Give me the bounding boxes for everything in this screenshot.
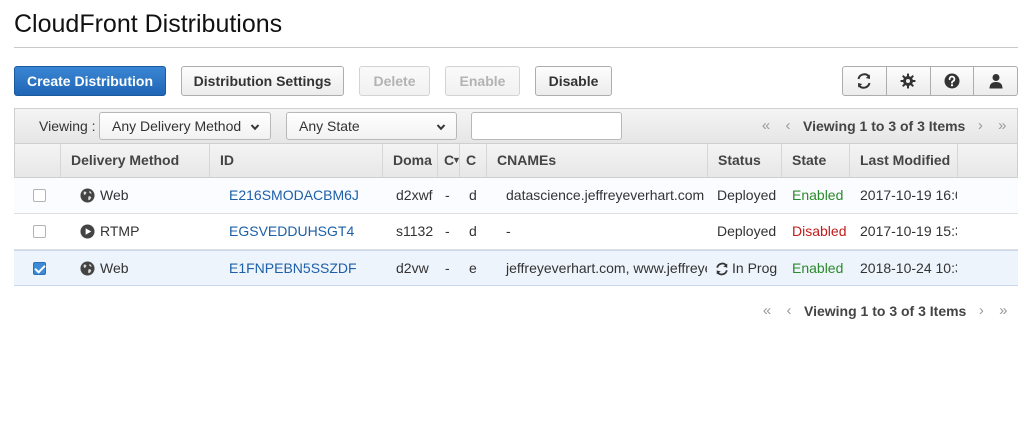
delivery-method-label: RTMP [100,223,140,239]
settings-button[interactable] [887,67,931,95]
last-page-icon[interactable]: » [991,117,1013,134]
table-row[interactable]: Web E216SMODACBM6J d2xwf - d datascience… [14,178,1018,214]
header-delivery-method[interactable]: Delivery Method [61,144,210,177]
state-cell: Enabled [792,187,844,203]
state-cell: Disabled [792,223,847,239]
pager-text: Viewing 1 to 3 of 3 Items [803,117,966,134]
delivery-method-select[interactable]: Any Delivery Method [99,112,271,140]
help-icon [944,73,960,89]
state-select-value: Any State [299,118,360,134]
delivery-method-cell: RTMP [70,214,209,249]
header-last-modified[interactable]: Last Modified [850,144,958,177]
viewing-label: Viewing : [39,118,96,134]
delivery-method-cell: Web [70,178,209,213]
c1-cell: - [445,260,450,276]
refresh-button[interactable] [843,67,887,95]
header-state[interactable]: State [782,144,850,177]
domain-cell: s1132 [396,223,434,239]
create-distribution-button[interactable]: Create Distribution [14,66,166,96]
status-cell: In Prog [715,251,781,286]
last-modified-cell: 2017-10-19 16:0 [860,187,957,203]
bottom-pager: « ‹ Viewing 1 to 3 of 3 Items › » [756,302,1014,319]
distribution-id-link[interactable]: E1FNPEBN5SSZDF [219,251,382,286]
chevron-down-icon [250,124,260,131]
header-status[interactable]: Status [708,144,782,177]
refresh-icon [857,73,871,89]
header-select-column [15,144,61,177]
distribution-settings-button[interactable]: Distribution Settings [181,66,344,96]
table-row[interactable]: RTMP EGSVEDDUHSGT4 s1132 - d - Deployed … [14,214,1018,250]
play-icon [80,224,95,239]
next-page-icon[interactable]: › [969,117,991,134]
cnames-cell: jeffreyeverhart.com, www.jeffreye [506,260,707,276]
distributions-table: Delivery Method ID Doma C▼ C CNAMEs Stat… [14,144,1018,286]
status-cell: Deployed [717,223,777,239]
state-select[interactable]: Any State [286,112,457,140]
header-domain[interactable]: Doma [383,144,438,177]
header-c2[interactable]: C [460,144,487,177]
cnames-cell: - [506,223,511,239]
state-cell: Enabled [792,260,844,276]
status-cell: Deployed [717,187,777,203]
delivery-method-cell: Web [70,251,209,286]
c1-cell: - [445,187,450,203]
domain-cell: d2xwf [396,187,433,203]
c2-cell: d [469,223,477,239]
table-row[interactable]: Web E1FNPEBN5SSZDF d2vw - e jeffreyeverh… [14,250,1018,286]
chevron-down-icon [436,124,446,131]
row-checkbox[interactable] [33,262,46,275]
delivery-method-select-value: Any Delivery Method [112,118,242,134]
last-page-icon[interactable]: » [992,302,1014,319]
in-progress-icon [716,262,728,275]
header-id[interactable]: ID [210,144,383,177]
top-pager: « ‹ Viewing 1 to 3 of 3 Items › » [755,117,1013,134]
c2-cell: d [469,187,477,203]
gear-icon [900,73,916,89]
user-button[interactable] [974,67,1017,95]
header-c1[interactable]: C▼ [438,144,460,177]
delivery-method-label: Web [100,187,129,203]
last-modified-cell: 2018-10-24 10:3 [860,260,957,276]
search-input[interactable] [471,112,622,140]
delivery-method-label: Web [100,260,129,276]
user-icon [989,74,1003,89]
distribution-id-link[interactable]: E216SMODACBM6J [219,178,382,213]
distribution-id-link[interactable]: EGSVEDDUHSGT4 [219,214,382,249]
c2-cell: e [469,260,477,276]
row-checkbox[interactable] [33,189,46,202]
prev-page-icon[interactable]: ‹ [777,117,799,134]
status-label: In Prog [732,260,778,276]
pager-text: Viewing 1 to 3 of 3 Items [804,302,967,319]
sort-desc-icon: ▼ [452,144,459,177]
title-divider [14,47,1018,48]
prev-page-icon[interactable]: ‹ [778,302,800,319]
globe-icon [80,261,95,276]
filter-bar: Viewing : Any Delivery Method Any State … [14,108,1018,144]
first-page-icon[interactable]: « [755,117,777,134]
last-modified-cell: 2017-10-19 15:3 [860,223,957,239]
next-page-icon[interactable]: › [970,302,992,319]
delete-button[interactable]: Delete [359,66,430,96]
globe-icon [80,188,95,203]
page-title: CloudFront Distributions [14,10,283,38]
disable-button[interactable]: Disable [535,66,612,96]
row-checkbox[interactable] [33,225,46,238]
c1-cell: - [445,223,450,239]
first-page-icon[interactable]: « [756,302,778,319]
table-header: Delivery Method ID Doma C▼ C CNAMEs Stat… [14,144,1018,178]
cnames-cell: datascience.jeffreyeverhart.com [506,187,705,203]
domain-cell: d2vw [396,260,429,276]
help-button[interactable] [931,67,975,95]
toolbar-icon-group [842,66,1018,96]
header-cnames[interactable]: CNAMEs [487,144,708,177]
enable-button[interactable]: Enable [445,66,520,96]
